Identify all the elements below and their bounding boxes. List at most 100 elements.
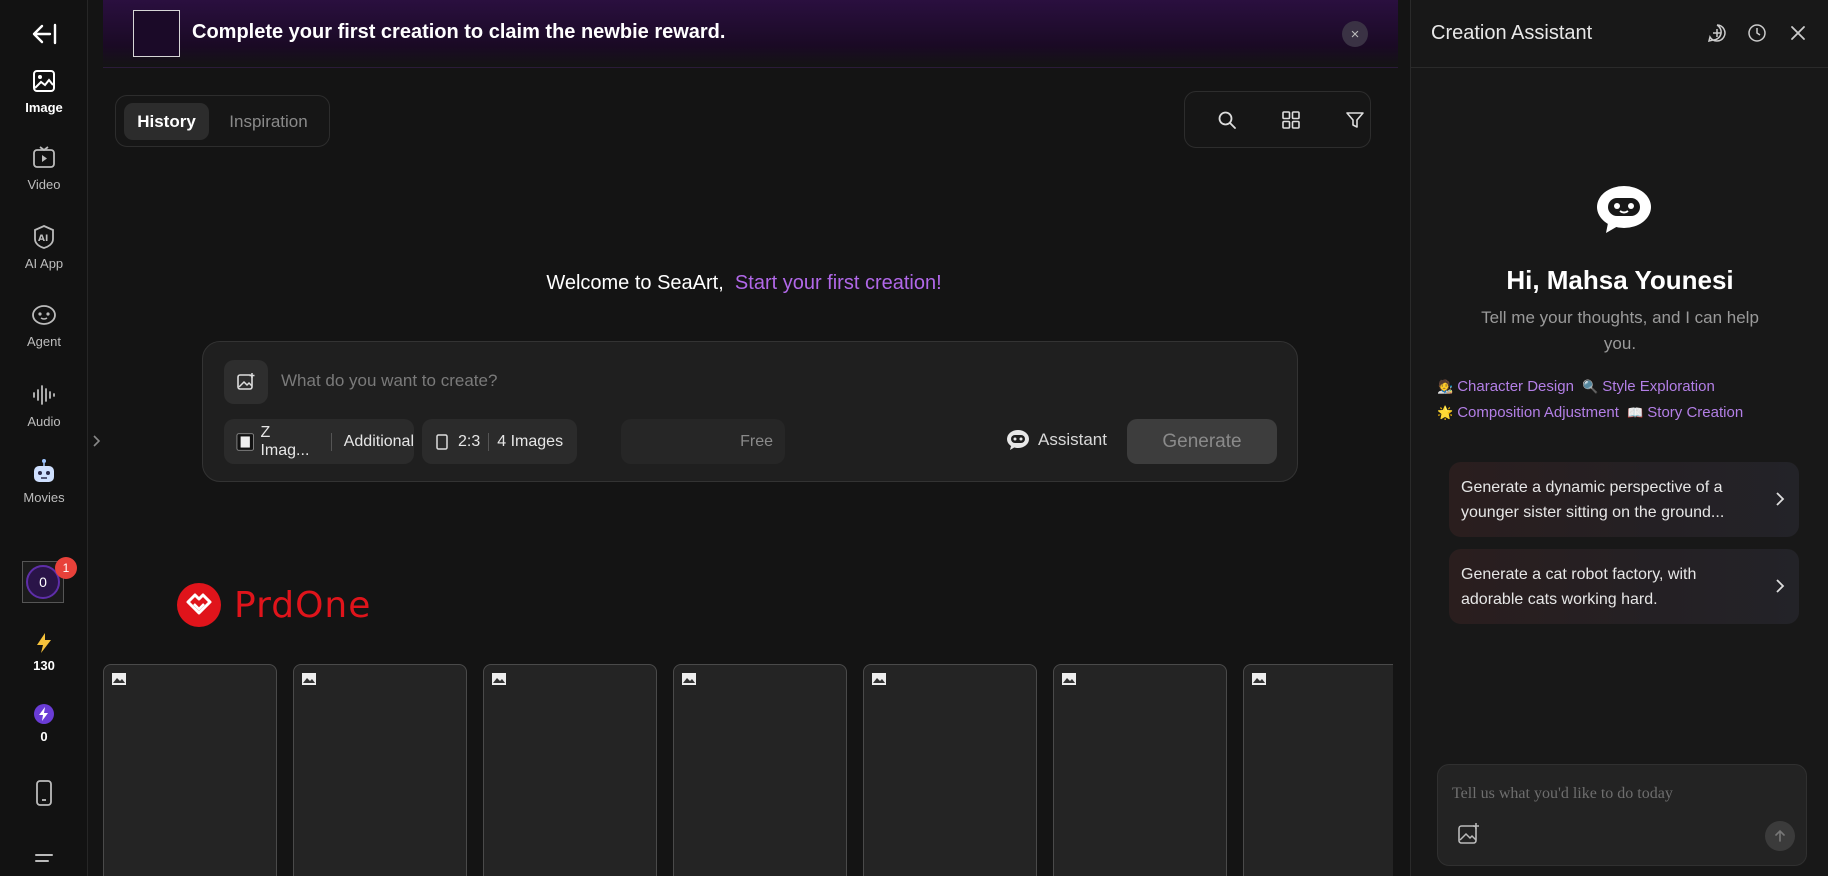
- assistant-header: Creation Assistant: [1411, 0, 1828, 68]
- upload-image-button[interactable]: [224, 360, 268, 404]
- history-item[interactable]: [103, 664, 277, 876]
- history-item[interactable]: [863, 664, 1037, 876]
- chevron-right-icon: [1776, 492, 1785, 506]
- broken-image-icon: [872, 673, 886, 685]
- generate-button[interactable]: Generate: [1127, 419, 1277, 464]
- video-icon: [33, 146, 55, 168]
- ratio-label: 2:3: [458, 432, 481, 450]
- nav-item-label: Video: [27, 177, 61, 192]
- topic-tag-story-creation[interactable]: 📖 Story Creation: [1627, 404, 1747, 421]
- assistant-chat-input[interactable]: [1452, 785, 1782, 813]
- logo-text: PrdOne: [234, 584, 372, 626]
- topic-tag-style-exploration[interactable]: 🔍 Style Exploration: [1582, 378, 1719, 395]
- menu-icon[interactable]: [32, 852, 56, 872]
- history-item[interactable]: [483, 664, 657, 876]
- nav-item-movies[interactable]: Movies: [0, 458, 88, 505]
- prdone-logo-icon: [177, 583, 221, 627]
- expand-arrow-icon[interactable]: [91, 433, 103, 449]
- image-count-label: 4 Images: [497, 432, 564, 450]
- reward-banner: Complete your first creation to claim th…: [103, 0, 1398, 68]
- assistant-button[interactable]: Assistant: [1006, 429, 1107, 451]
- history-item[interactable]: [293, 664, 467, 876]
- add-image-icon: [1458, 823, 1479, 844]
- attach-image-button[interactable]: [1456, 821, 1482, 847]
- view-toolbar: [1184, 91, 1371, 148]
- new-chat-icon: [1707, 24, 1726, 43]
- prompt-input[interactable]: [281, 368, 981, 394]
- close-panel-button[interactable]: [1787, 22, 1809, 44]
- welcome-message: Welcome to SeaArt, Start your first crea…: [0, 272, 1400, 295]
- filter-button[interactable]: [1341, 106, 1369, 134]
- arrow-up-icon: [1775, 829, 1785, 842]
- welcome-accent[interactable]: Start your first creation!: [735, 272, 942, 294]
- nav-item-video[interactable]: Video: [0, 145, 88, 192]
- new-chat-button[interactable]: [1706, 22, 1728, 44]
- nav-item-ai-app[interactable]: AI AI App: [0, 224, 88, 271]
- suggestion-card[interactable]: Generate a dynamic perspective of a youn…: [1449, 462, 1799, 537]
- model-selector[interactable]: Z Imag... Additional: [224, 419, 414, 464]
- grid-view-button[interactable]: [1277, 106, 1305, 134]
- banner-thumbnail: [133, 10, 180, 57]
- nav-item-label: Audio: [27, 414, 61, 429]
- assistant-topic-tags: 🧑‍🎨 Character Design 🔍 Style Exploration 🌟…: [1437, 374, 1817, 426]
- audio-icon: [33, 385, 55, 405]
- ratio-icon: [436, 433, 448, 450]
- additional-label[interactable]: Additional: [344, 433, 414, 451]
- lightning-icon: [37, 633, 51, 653]
- broken-image-icon: [1252, 673, 1266, 685]
- history-item[interactable]: [1243, 664, 1393, 876]
- ratio-count-selector[interactable]: 2:3 4 Images: [422, 419, 577, 464]
- stamina-credit[interactable]: 0: [0, 703, 88, 744]
- movies-icon: [34, 459, 54, 482]
- assistant-bot-icon: [1597, 186, 1651, 233]
- energy-value: 130: [33, 658, 55, 673]
- suggestion-card[interactable]: Generate a cat robot factory, with adora…: [1449, 549, 1799, 624]
- welcome-text: Welcome to SeaArt,: [546, 272, 724, 294]
- suggestion-text: Generate a dynamic perspective of a youn…: [1461, 478, 1725, 521]
- close-icon: [1791, 26, 1805, 40]
- mobile-icon[interactable]: [34, 780, 54, 806]
- grid-icon: [1282, 111, 1300, 129]
- purple-lightning-icon: [34, 704, 54, 724]
- prdone-logo: PrdOne: [176, 582, 371, 628]
- tab-history[interactable]: History: [124, 103, 209, 140]
- banner-close-button[interactable]: ×: [1342, 21, 1368, 47]
- notification-badge: 1: [55, 557, 77, 579]
- cost-indicator: Free: [621, 419, 785, 464]
- broken-image-icon: [492, 673, 506, 685]
- history-button[interactable]: [1746, 22, 1768, 44]
- history-grid: [103, 664, 1393, 876]
- stamina-value: 0: [40, 729, 48, 744]
- nav-item-label: AI App: [24, 256, 64, 271]
- agent-icon: [32, 305, 56, 325]
- model-thumbnail-icon: [236, 432, 255, 451]
- search-icon: [1218, 111, 1236, 129]
- assistant-subtitle: Tell me your thoughts, and I can help yo…: [1481, 308, 1759, 353]
- history-tabs: History Inspiration: [115, 95, 330, 147]
- nav-item-agent[interactable]: Agent: [0, 302, 88, 349]
- chip-divider: [330, 432, 332, 451]
- svg-text:AI: AI: [38, 234, 48, 244]
- search-button[interactable]: [1213, 106, 1241, 134]
- history-item[interactable]: [1053, 664, 1227, 876]
- history-item[interactable]: [673, 664, 847, 876]
- topic-tag-composition-adjustment[interactable]: 🌟 Composition Adjustment: [1437, 404, 1623, 421]
- nav-item-image[interactable]: Image: [0, 68, 88, 115]
- send-button[interactable]: [1765, 821, 1795, 851]
- broken-image-icon: [682, 673, 696, 685]
- energy-credit[interactable]: 130: [0, 632, 88, 673]
- prompt-box: Z Imag... Additional 2:3 4 Images Free A…: [202, 341, 1298, 482]
- nav-item-audio[interactable]: Audio: [0, 382, 88, 429]
- clock-icon: [1748, 24, 1766, 42]
- collapse-sidebar-icon[interactable]: [24, 18, 64, 50]
- topic-tag-character-design[interactable]: 🧑‍🎨 Character Design: [1437, 378, 1578, 395]
- assistant-bot-icon: [1007, 430, 1029, 450]
- assistant-greeting: Hi, Mahsa Younesi: [1506, 265, 1734, 295]
- suggestion-text: Generate a cat robot factory, with adora…: [1461, 565, 1697, 608]
- chevron-right-icon: [1776, 579, 1785, 593]
- tab-inspiration[interactable]: Inspiration: [216, 103, 321, 140]
- chip-divider: [488, 432, 490, 451]
- ai-app-icon: AI: [34, 225, 54, 249]
- filter-icon: [1346, 112, 1364, 128]
- model-label: Z Imag...: [260, 423, 310, 459]
